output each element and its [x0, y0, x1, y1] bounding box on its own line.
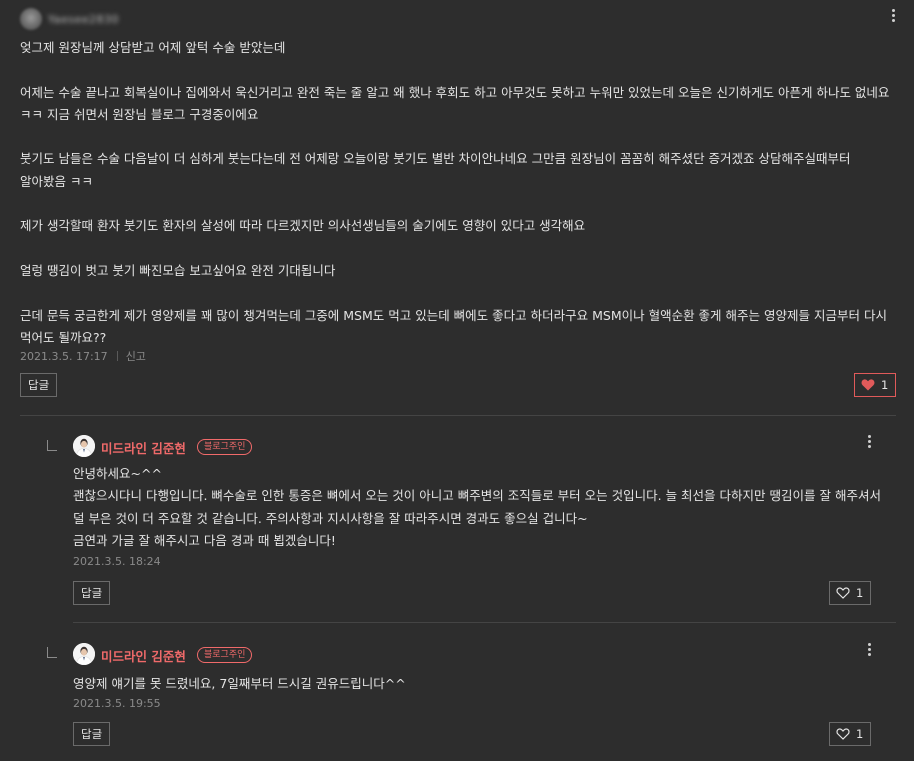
- more-options-icon[interactable]: [868, 435, 872, 449]
- reply-date: 2021.3.5. 18:24: [73, 555, 161, 568]
- divider: [73, 622, 896, 623]
- like-count: 1: [856, 586, 864, 600]
- like-count: 1: [856, 727, 864, 741]
- heart-outline-icon: [836, 728, 850, 740]
- reply-button[interactable]: 답글: [73, 581, 111, 605]
- doctor-avatar-icon: [73, 643, 95, 665]
- reply-button[interactable]: 답글: [73, 722, 111, 746]
- like-button[interactable]: 1: [829, 722, 872, 746]
- like-button[interactable]: 1: [854, 373, 897, 397]
- heart-filled-icon: [861, 379, 875, 391]
- reply-date: 2021.3.5. 19:55: [73, 697, 161, 710]
- owner-badge: 블로그주인: [197, 439, 253, 455]
- comment-meta: 2021.3.5. 17:17 신고: [20, 348, 146, 364]
- more-options-icon[interactable]: [868, 643, 872, 657]
- reply-body: 안녕하세요~^^ 괜찮으시다니 다행입니다. 뼈수술로 인한 통증은 뼈에서 오…: [73, 466, 881, 548]
- reply-body: 영양제 얘기를 못 드렸네요, 7일째부터 드시길 권유드립니다^^: [73, 676, 406, 691]
- author-name-blurred[interactable]: Yaesee2830: [48, 13, 119, 26]
- owner-badge: 블로그주인: [197, 647, 253, 663]
- author-avatar-blurred[interactable]: [20, 8, 42, 30]
- comment-author[interactable]: Yaesee2830: [20, 8, 119, 30]
- comment-date: 2021.3.5. 17:17: [20, 349, 108, 363]
- reply-elbow-icon: [47, 647, 57, 658]
- reply-author-avatar[interactable]: [73, 435, 95, 457]
- like-button[interactable]: 1: [829, 581, 872, 605]
- report-link[interactable]: 신고: [126, 348, 146, 364]
- meta-divider: [116, 351, 118, 361]
- comment-body: 엊그제 원장님께 상담받고 어제 앞턱 수술 받았는데 어제는 수술 끝나고 회…: [20, 40, 890, 345]
- reply-item: 미드라인 김준현 블로그주인 영양제 얘기를 못 드렸네요, 7일째부터 드시길…: [20, 637, 896, 757]
- like-count: 1: [881, 378, 889, 392]
- reply-elbow-icon: [47, 440, 57, 451]
- heart-outline-icon: [836, 587, 850, 599]
- doctor-avatar-icon: [73, 435, 95, 457]
- reply-item: 미드라인 김준현 블로그주인 안녕하세요~^^ 괜찮으시다니 다행입니다. 뼈수…: [20, 430, 896, 610]
- reply-button[interactable]: 답글: [20, 373, 58, 397]
- divider: [20, 415, 896, 416]
- reply-author-name[interactable]: 미드라인 김준현: [101, 438, 186, 457]
- reply-author-avatar[interactable]: [73, 643, 95, 665]
- more-options-icon[interactable]: [892, 9, 896, 23]
- reply-author-name[interactable]: 미드라인 김준현: [101, 646, 186, 665]
